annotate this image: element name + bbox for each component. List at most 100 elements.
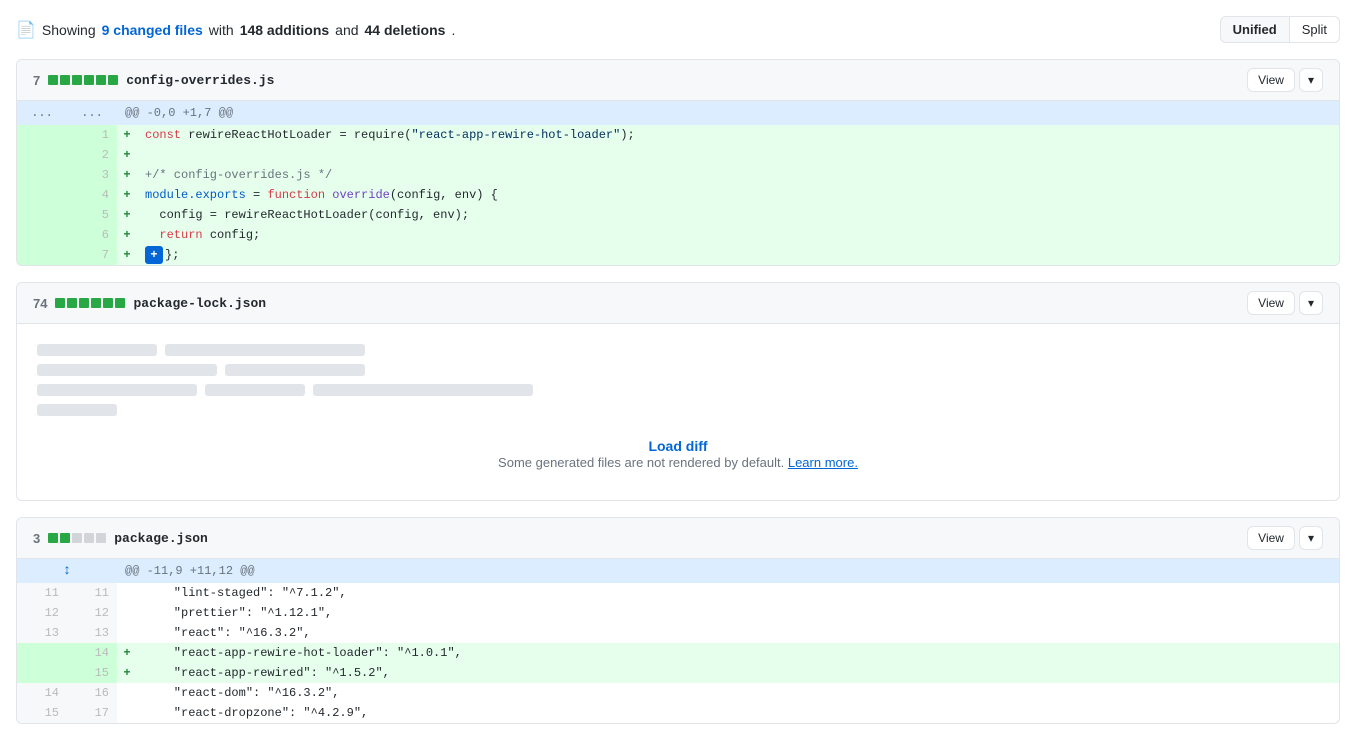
- diff-line: 15 17 "react-dropzone": "^4.2.9",: [17, 703, 1339, 723]
- file-diff-header-left: 3 package.json: [33, 531, 208, 546]
- line-num-old: 13: [17, 623, 67, 643]
- stat-block: [72, 75, 82, 85]
- skeleton-block: [37, 384, 197, 396]
- learn-more-link[interactable]: Learn more.: [788, 455, 858, 470]
- diff-line: 14 16 "react-dom": "^16.3.2",: [17, 683, 1339, 703]
- split-button[interactable]: Split: [1290, 16, 1340, 43]
- line-num-new: 6: [67, 225, 117, 245]
- stat-block: [72, 533, 82, 543]
- line-code: "react-app-rewired": "^1.5.2",: [137, 663, 1339, 683]
- file-diff-header-left: 74 package-lock.json: [33, 296, 266, 311]
- diff-line: 12 12 "prettier": "^1.12.1",: [17, 603, 1339, 623]
- with-text: with: [209, 22, 234, 38]
- line-num-old: [17, 663, 67, 683]
- view-toggle-group: Unified Split: [1220, 16, 1340, 43]
- line-num-new: 11: [67, 583, 117, 603]
- line-num-old: [17, 205, 67, 225]
- stat-block: [60, 533, 70, 543]
- line-num-new: 4: [67, 185, 117, 205]
- load-diff-container: Load diff Some generated files are not r…: [17, 324, 1339, 500]
- file-diff-header-left: 7 config-overrides.js: [33, 73, 274, 88]
- line-num-new: 13: [67, 623, 117, 643]
- skeleton-block: [37, 344, 157, 356]
- skeleton-block: [225, 364, 365, 376]
- load-diff-link[interactable]: Load diff: [648, 438, 707, 454]
- changed-files-link[interactable]: 9 changed files: [102, 22, 203, 38]
- line-num-old: 11: [17, 583, 67, 603]
- line-num-old: 15: [17, 703, 67, 723]
- skeleton-block: [37, 404, 117, 416]
- stat-block: [79, 298, 89, 308]
- and-text: and: [335, 22, 358, 38]
- diff-line: 4 + module.exports = function override(c…: [17, 185, 1339, 205]
- file-diff-header: 3 package.json View ▾: [17, 518, 1339, 559]
- stat-block: [48, 533, 58, 543]
- additions-count: 148 additions: [240, 22, 329, 38]
- line-num-new: 3: [67, 165, 117, 185]
- view-button[interactable]: View: [1247, 68, 1295, 92]
- collapse-button[interactable]: ▾: [1299, 68, 1323, 92]
- stat-block: [55, 298, 65, 308]
- file-diff-header: 7 config-overrides.js View ▾: [17, 60, 1339, 101]
- stat-block: [103, 298, 113, 308]
- line-marker: [117, 683, 137, 703]
- diff-line: 14 + "react-app-rewire-hot-loader": "^1.…: [17, 643, 1339, 663]
- view-button[interactable]: View: [1247, 291, 1295, 315]
- diff-line: 5 + config = rewireReactHotLoader(config…: [17, 205, 1339, 225]
- line-num-old: 12: [17, 603, 67, 623]
- line-marker: [117, 623, 137, 643]
- file-number: 3: [33, 531, 40, 546]
- line-code: return config;: [137, 225, 1339, 245]
- expand-icon: ↕: [63, 563, 71, 579]
- deletions-count: 44 deletions: [365, 22, 446, 38]
- diff-line: 2 +: [17, 145, 1339, 165]
- load-diff-center: Load diff Some generated files are not r…: [37, 428, 1319, 480]
- collapse-button[interactable]: ▾: [1299, 291, 1323, 315]
- file-number: 74: [33, 296, 47, 311]
- file-name: config-overrides.js: [126, 73, 274, 88]
- diff-line: 15 + "react-app-rewired": "^1.5.2",: [17, 663, 1339, 683]
- line-marker: +: [117, 205, 137, 225]
- line-num-old: [17, 225, 67, 245]
- line-code: "react-dom": "^16.3.2",: [137, 683, 1339, 703]
- diff-line: 3 + +/* config-overrides.js */: [17, 165, 1339, 185]
- file-name: package-lock.json: [133, 296, 266, 311]
- line-code: const rewireReactHotLoader = require("re…: [137, 125, 1339, 145]
- file-diff-header: 74 package-lock.json View ▾: [17, 283, 1339, 324]
- line-num-new: 16: [67, 683, 117, 703]
- line-num-new: 7: [67, 245, 117, 265]
- stat-block: [48, 75, 58, 85]
- file-diff-header-right: View ▾: [1247, 291, 1323, 315]
- showing-text: Showing: [42, 22, 96, 38]
- hunk-header-content: @@ -0,0 +1,7 @@: [117, 101, 1339, 125]
- stat-block: [84, 75, 94, 85]
- file-diff-header-right: View ▾: [1247, 68, 1323, 92]
- line-marker: +: [117, 663, 137, 683]
- stat-block: [91, 298, 101, 308]
- line-code: config = rewireReactHotLoader(config, en…: [137, 205, 1339, 225]
- diff-line: 11 11 "lint-staged": "^7.1.2",: [17, 583, 1339, 603]
- unified-button[interactable]: Unified: [1220, 16, 1290, 43]
- stat-block: [60, 75, 70, 85]
- skeleton-block: [313, 384, 533, 396]
- line-num-new: 14: [67, 643, 117, 663]
- line-marker: +: [117, 165, 137, 185]
- hunk-header-content: @@ -11,9 +11,12 @@: [117, 559, 1339, 583]
- view-button[interactable]: View: [1247, 526, 1295, 550]
- line-marker: +: [117, 643, 137, 663]
- collapse-button[interactable]: ▾: [1299, 526, 1323, 550]
- line-marker: [117, 583, 137, 603]
- line-code: +};: [137, 245, 1339, 265]
- line-marker: [117, 703, 137, 723]
- line-code: +/* config-overrides.js */: [137, 165, 1339, 185]
- skeleton-row: [37, 344, 1319, 356]
- line-num-new: 1: [67, 125, 117, 145]
- comment-button[interactable]: +: [145, 246, 163, 264]
- line-num-new: 2: [67, 145, 117, 165]
- line-num-new: 15: [67, 663, 117, 683]
- line-code: "react-app-rewire-hot-loader": "^1.0.1",: [137, 643, 1339, 663]
- expand-icon-cell[interactable]: ↕: [17, 559, 117, 583]
- diff-header: 📄 Showing 9 changed files with 148 addit…: [16, 16, 1340, 43]
- line-num-old: 14: [17, 683, 67, 703]
- line-code: module.exports = function override(confi…: [137, 185, 1339, 205]
